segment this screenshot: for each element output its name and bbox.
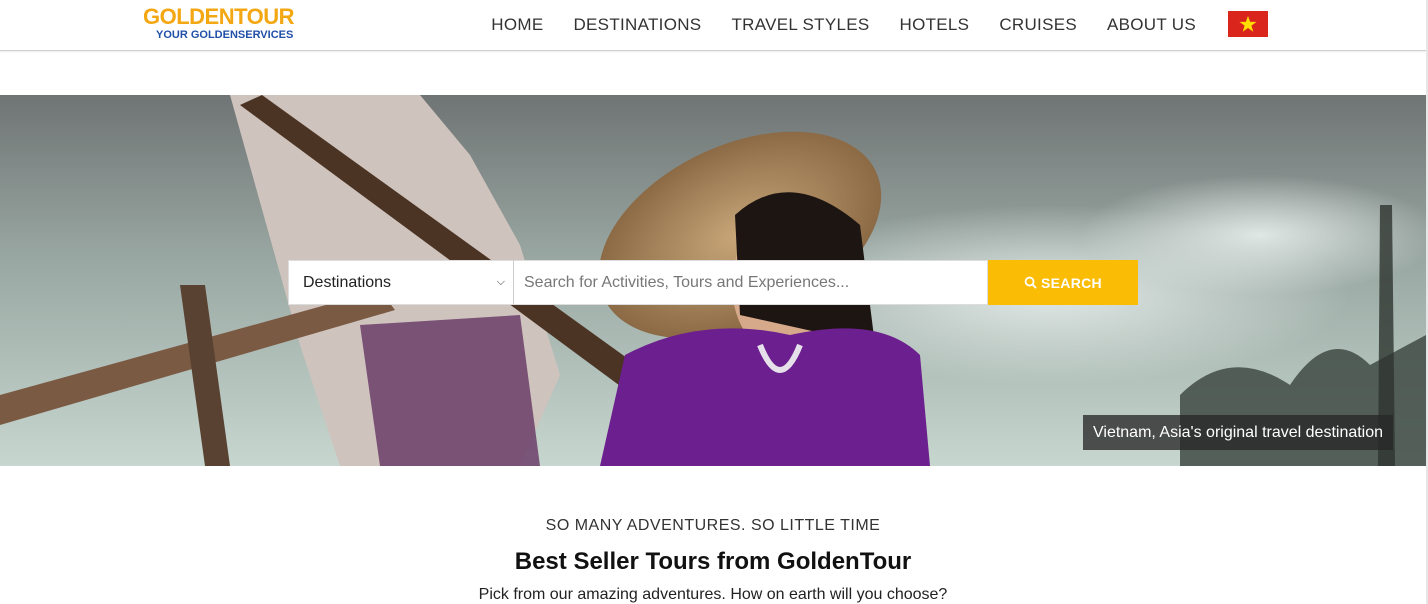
- search-button-label: SEARCH: [1041, 274, 1102, 291]
- section-subtitle: Pick from our amazing adventures. How on…: [478, 586, 948, 603]
- vietnam-flag-icon[interactable]: [1228, 11, 1268, 37]
- main-nav: HOME DESTINATIONS TRAVEL STYLES HOTELS C…: [491, 0, 1196, 50]
- nav-home[interactable]: HOME: [491, 15, 543, 35]
- section-title: Best Seller Tours from GoldenTour: [514, 548, 912, 575]
- chevron-down-icon: ⌵: [496, 276, 505, 288]
- nav-about-us[interactable]: ABOUT US: [1107, 15, 1196, 35]
- search-button[interactable]: SEARCH: [988, 260, 1138, 305]
- nav-cruises[interactable]: CRUISES: [999, 15, 1077, 35]
- search-input[interactable]: Search for Activities, Tours and Experie…: [514, 260, 988, 305]
- search-input-placeholder: Search for Activities, Tours and Experie…: [524, 273, 850, 291]
- section-eyebrow: SO MANY ADVENTURES. SO LITTLE TIME: [545, 517, 881, 534]
- nav-destinations[interactable]: DESTINATIONS: [573, 15, 701, 35]
- nav-travel-styles[interactable]: TRAVEL STYLES: [731, 15, 869, 35]
- logo-wordmark: GOLDENTOUR: [143, 4, 295, 29]
- destinations-select[interactable]: Destinations ⌵: [288, 260, 514, 305]
- tour-search-bar: Destinations ⌵ Search for Activities, To…: [288, 260, 1138, 305]
- hero-caption: Vietnam, Asia's original travel destinat…: [1083, 415, 1394, 450]
- nav-hotels[interactable]: HOTELS: [900, 15, 970, 35]
- search-icon: [1024, 276, 1037, 289]
- hero-banner: Destinations ⌵ Search for Activities, To…: [0, 95, 1426, 466]
- site-header: GOLDENTOUR YOUR GOLDENSERVICES HOME DEST…: [0, 0, 1426, 51]
- destinations-select-value: Destinations: [303, 273, 392, 291]
- logo-tagline: YOUR GOLDENSERVICES: [156, 29, 294, 41]
- logo[interactable]: GOLDENTOUR YOUR GOLDENSERVICES: [143, 5, 303, 45]
